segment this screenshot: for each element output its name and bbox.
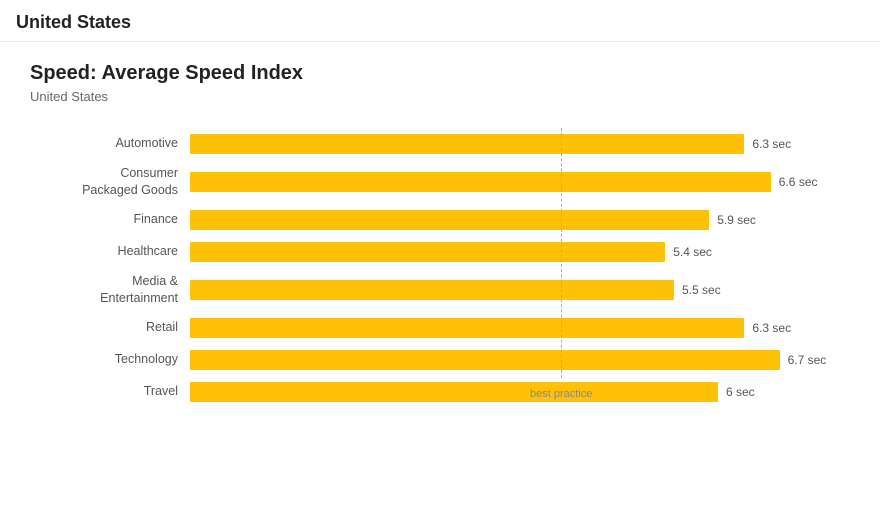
bar-wrapper: 5.4 sec [190,242,850,262]
bar-wrapper: 6.3 sec [190,134,850,154]
bar-wrapper: 6.6 sec [190,172,850,192]
bar-label: Technology [30,351,190,369]
chart-subtitle: United States [30,89,850,104]
table-row: Media &Entertainment 5.5 sec [30,268,850,312]
best-practice-label: best practice [530,388,592,400]
bar-fill [190,134,744,154]
table-row: Retail 6.3 sec [30,312,850,344]
bar-label: Media &Entertainment [30,273,190,308]
bar-label: Travel [30,383,190,401]
bar-fill [190,172,771,192]
chart-rows-wrapper: Automotive 6.3 sec ConsumerPackaged Goods 6… [30,128,850,408]
bar-label: ConsumerPackaged Goods [30,165,190,200]
bar-fill [190,280,674,300]
bar-label: Retail [30,319,190,337]
table-row: Technology 6.7 sec [30,344,850,376]
page-title: United States [0,0,880,42]
bar-value: 6.3 sec [752,321,791,335]
bar-wrapper: 6 sec [190,382,850,402]
chart-area: Automotive 6.3 sec ConsumerPackaged Goods 6… [30,128,850,408]
table-row: Healthcare 5.4 sec [30,236,850,268]
bar-fill [190,242,665,262]
bar-fill [190,318,744,338]
bar-value: 6.6 sec [779,175,818,189]
bar-fill [190,350,780,370]
bar-value: 6.3 sec [752,137,791,151]
bar-wrapper: 5.5 sec [190,280,850,300]
bar-wrapper: 6.7 sec [190,350,850,370]
chart-title: Speed: Average Speed Index [30,62,850,85]
bar-fill [190,382,718,402]
bar-wrapper: 6.3 sec [190,318,850,338]
table-row: ConsumerPackaged Goods 6.6 sec [30,160,850,204]
bar-value: 5.5 sec [682,283,721,297]
bar-value: 6.7 sec [788,353,827,367]
table-row: Automotive 6.3 sec [30,128,850,160]
bar-label: Automotive [30,135,190,153]
bar-label: Finance [30,211,190,229]
bar-label: Healthcare [30,243,190,261]
table-row: Finance 5.9 sec [30,204,850,236]
table-row: Travel 6 sec [30,376,850,408]
bar-wrapper: 5.9 sec [190,210,850,230]
bar-value: 5.9 sec [717,213,756,227]
bar-value: 5.4 sec [673,245,712,259]
chart-container: Speed: Average Speed Index United States… [0,42,880,438]
bar-fill [190,210,709,230]
bar-value: 6 sec [726,385,755,399]
